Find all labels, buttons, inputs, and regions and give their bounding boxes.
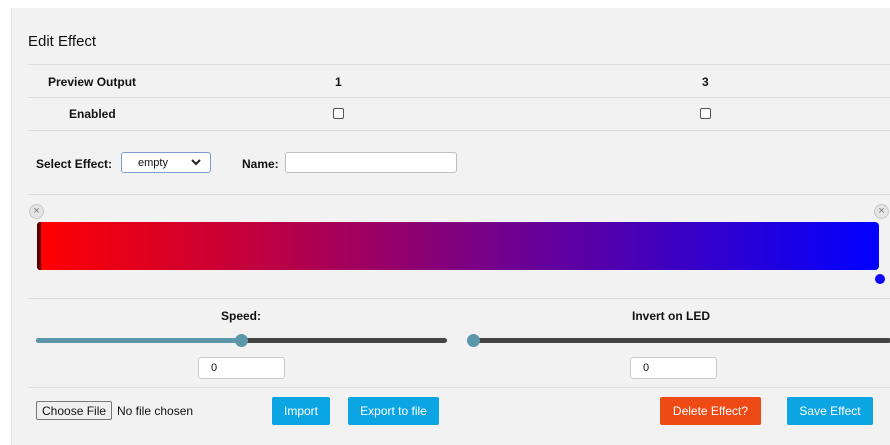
delete-effect-button[interactable]: Delete Effect? — [660, 397, 761, 425]
effect-select[interactable]: empty — [121, 152, 211, 173]
output-1-header: 1 — [335, 75, 342, 89]
divider — [28, 97, 890, 98]
edit-effect-panel: Edit Effect Preview Output 1 3 Enabled S… — [11, 8, 890, 445]
divider — [28, 64, 890, 65]
speed-slider-thumb[interactable] — [235, 334, 248, 347]
gradient-preview[interactable] — [37, 222, 879, 270]
enabled-label: Enabled — [69, 107, 116, 121]
select-effect-label: Select Effect: — [36, 157, 113, 171]
import-button[interactable]: Import — [272, 397, 330, 425]
panel-title: Edit Effect — [28, 33, 97, 50]
choose-file-button[interactable]: Choose File — [36, 401, 113, 420]
divider — [28, 298, 890, 299]
effect-select-value: empty — [138, 157, 168, 169]
gradient-color-stop-handle[interactable] — [875, 274, 885, 284]
name-label: Name: — [242, 157, 279, 171]
chevron-down-icon — [191, 159, 201, 166]
gradient-left-stop[interactable] — [37, 222, 41, 270]
save-effect-button[interactable]: Save Effect — [787, 397, 873, 425]
enabled-checkbox-output-3[interactable] — [700, 108, 711, 119]
output-3-header: 3 — [702, 75, 709, 89]
invert-input[interactable]: 0 — [630, 357, 717, 379]
divider — [28, 130, 890, 131]
remove-right-stop-icon[interactable]: × — [874, 204, 889, 219]
export-to-file-button[interactable]: Export to file — [348, 397, 439, 425]
divider — [28, 194, 890, 195]
name-input[interactable] — [285, 152, 457, 173]
enabled-checkbox-output-1[interactable] — [333, 108, 344, 119]
speed-label: Speed: — [221, 309, 262, 323]
preview-output-label: Preview Output — [48, 75, 137, 89]
invert-slider-track[interactable] — [470, 338, 890, 343]
invert-label: Invert on LED — [632, 309, 711, 323]
divider — [28, 387, 890, 388]
invert-slider-thumb[interactable] — [467, 334, 480, 347]
speed-slider-fill — [36, 338, 242, 343]
remove-left-stop-icon[interactable]: × — [29, 204, 44, 219]
no-file-chosen-label: No file chosen — [117, 404, 194, 418]
speed-input[interactable]: 0 — [198, 357, 285, 379]
